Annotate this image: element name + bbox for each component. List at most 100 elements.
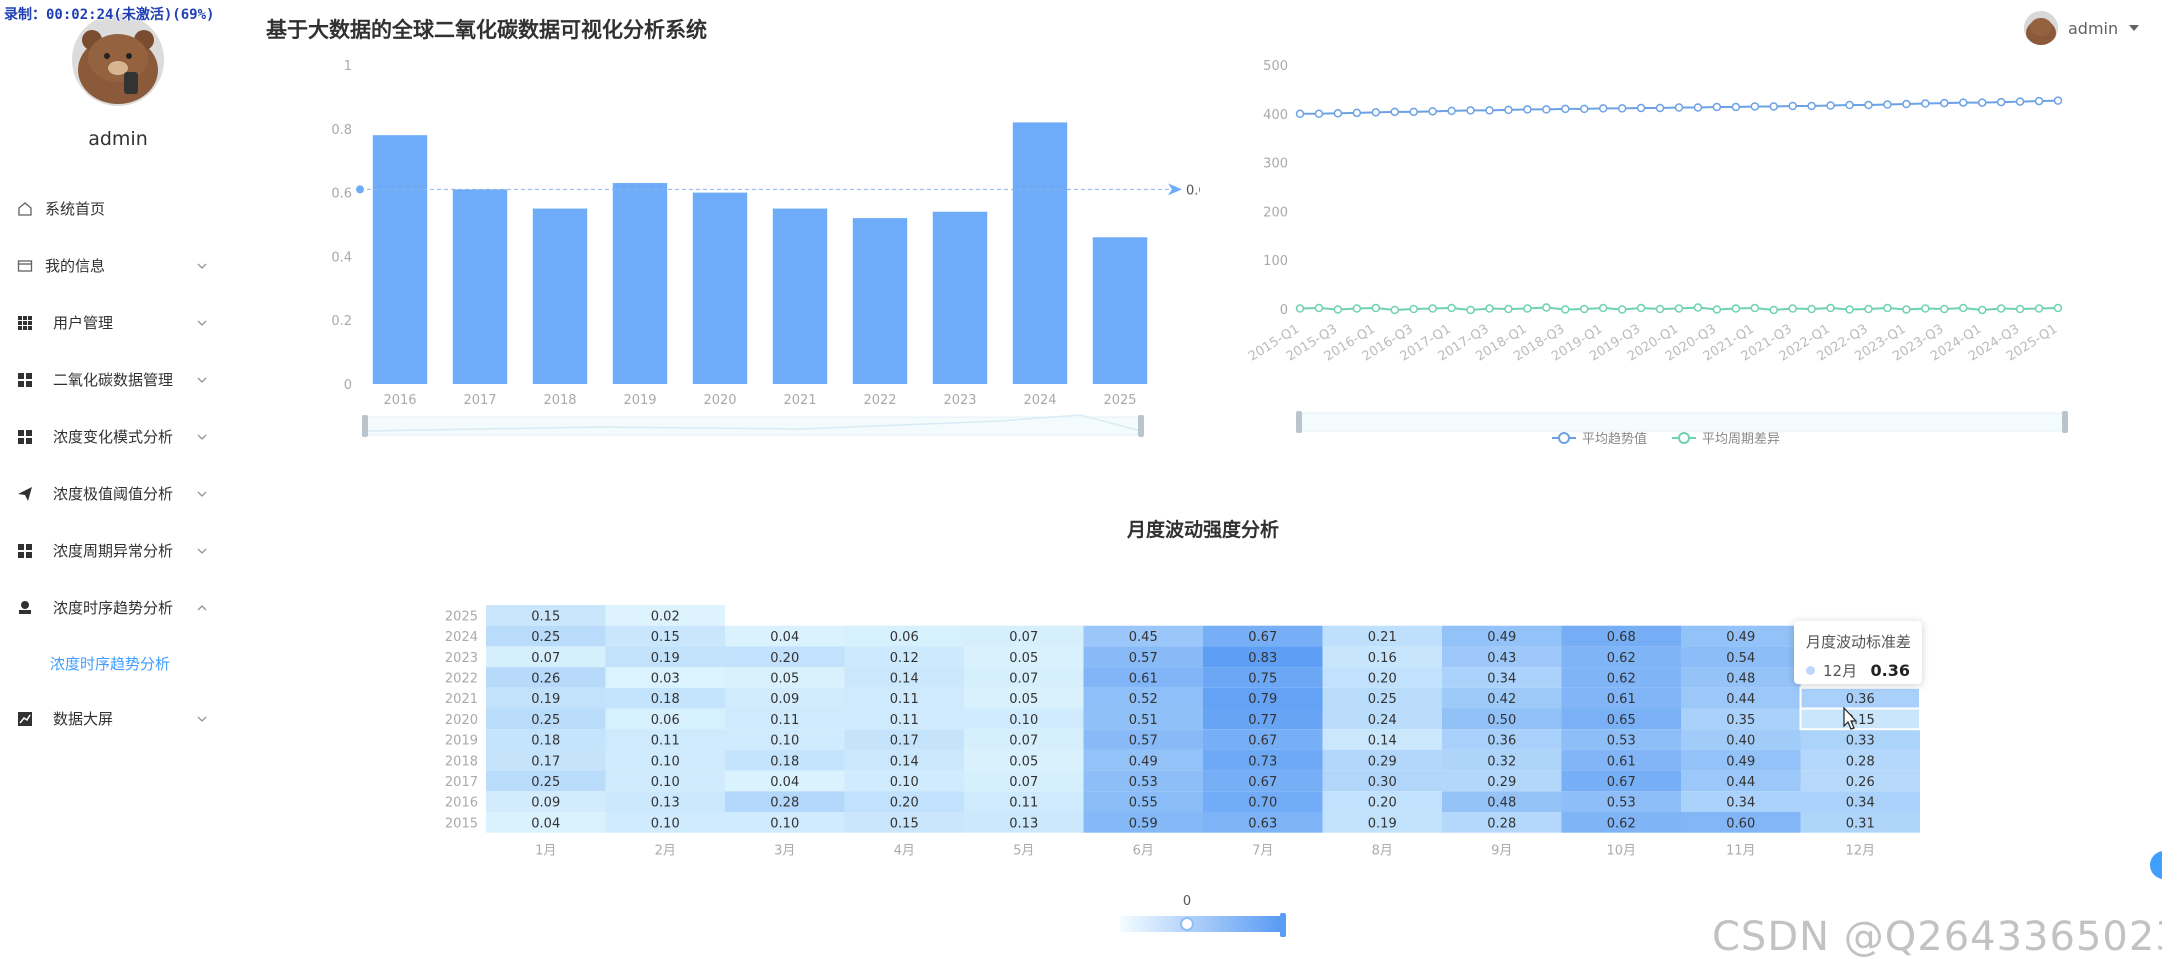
heat-cell-label: 0.75	[1248, 671, 1277, 686]
send-icon	[16, 485, 34, 503]
heat-cell-label: 0.11	[651, 734, 680, 749]
heat-cell-label: 0.48	[1726, 671, 1755, 686]
avatar	[72, 14, 164, 106]
series-point	[1333, 305, 1343, 314]
grid-icon	[16, 314, 34, 332]
y-tick-label: 2018	[445, 754, 478, 769]
series-point	[1523, 105, 1532, 114]
x-tick-label: 2019	[623, 393, 656, 408]
heat-cell-label: 0.10	[651, 816, 680, 831]
heat-cell-label: 0.53	[1129, 775, 1158, 790]
bar	[372, 135, 428, 384]
heat-cell-label: 0.15	[531, 609, 560, 624]
series-point	[1693, 303, 1703, 312]
heat-cell-label: 0.29	[1487, 775, 1516, 790]
heat-cell-label: 0.25	[531, 713, 560, 728]
home-icon	[16, 200, 34, 218]
series-point	[1580, 104, 1589, 114]
series-point	[1807, 101, 1816, 111]
heat-cell-label: 0.02	[651, 609, 680, 624]
series-point	[1561, 305, 1570, 314]
series-point	[1409, 107, 1418, 117]
x-tick-label: 2016	[383, 393, 416, 408]
sidebar-item-user-management[interactable]: 用户管理	[0, 294, 236, 351]
series-point	[1390, 305, 1399, 315]
heat-cell-label: 0.06	[651, 713, 680, 728]
heat-cell-label: 0.28	[770, 796, 799, 811]
line-chart: 01002003004005002015-Q12015-Q32016-Q1201…	[1246, 59, 2068, 447]
sidebar-item-trend-analysis[interactable]: 浓度时序趋势分析	[0, 579, 236, 636]
sidebar-item-label: 浓度变化模式分析	[53, 428, 174, 446]
heat-cell-label: 0.30	[1368, 775, 1397, 790]
series-point	[1693, 103, 1703, 112]
series-point	[2053, 96, 2063, 105]
heat-cell-label: 0.40	[1726, 734, 1755, 749]
user-menu[interactable]: admin	[2024, 11, 2140, 45]
sidebar-item-home[interactable]: 系统首页	[0, 180, 236, 237]
x-tick-label: 7月	[1252, 844, 1273, 859]
series-point	[1333, 109, 1343, 118]
visual-map-bar	[1120, 916, 1280, 932]
sidebar-item-extreme-analysis[interactable]: 浓度极值阈值分析	[0, 465, 236, 522]
heat-cell-label: 0.24	[1368, 713, 1397, 728]
heat-cell-label: 0.11	[890, 713, 919, 728]
y-tick-label: 500	[1263, 59, 1288, 74]
chevron-down-icon	[197, 491, 207, 497]
page-title: 基于大数据的全球二氧化碳数据可视化分析系统	[266, 18, 707, 42]
heat-cell-label: 0.10	[770, 734, 799, 749]
series-point	[1295, 109, 1305, 119]
sidebar-item-co2-data[interactable]: 二氧化碳数据管理	[0, 351, 236, 408]
chevron-down-icon	[197, 716, 207, 722]
heatmap-title: 月度波动强度分析	[1126, 519, 1279, 541]
heat-cell-label: 0.57	[1129, 734, 1158, 749]
heat-cell-label: 0.36	[1846, 692, 1875, 707]
heat-cell-label: 0.45	[1129, 630, 1158, 645]
heat-cell-label: 0.21	[1368, 630, 1397, 645]
heat-cell-label: 0.61	[1607, 754, 1636, 769]
heat-cell-label: 0.18	[651, 692, 680, 707]
user-name: admin	[2068, 18, 2119, 38]
mark-line-label: 0.61	[1186, 183, 1200, 198]
series-point	[1674, 103, 1684, 112]
heat-cell-label: 0.53	[1607, 734, 1636, 749]
series-point	[1712, 305, 1722, 314]
stamp-icon	[16, 599, 34, 617]
heat-cell-label: 0.07	[1009, 775, 1038, 790]
bar-chart: 0 0.2 0.4 0.6 0.8 1 2016 2017 2018 2019 2020 2021 20…	[331, 59, 1200, 437]
heat-cell-label: 0.07	[531, 651, 560, 666]
series-point	[1428, 107, 1437, 116]
series-point	[1977, 98, 1987, 107]
sidebar-item-dashboard[interactable]: 数据大屏	[0, 690, 236, 747]
heat-cell-label: 0.49	[1726, 754, 1755, 769]
tooltip-value: 0.36	[1870, 661, 1910, 680]
sidebar-item-my-info[interactable]: 我的信息	[0, 237, 236, 294]
heat-cell-label: 0.05	[1009, 754, 1038, 769]
heat-cell-label: 0.11	[890, 692, 919, 707]
legend-label: 平均周期差异	[1702, 432, 1780, 447]
floating-action-button[interactable]	[2150, 851, 2162, 879]
line-chart-icon	[16, 710, 34, 728]
heat-cell-label: 0.59	[1129, 816, 1158, 831]
heat-cell-label: 0.62	[1607, 816, 1636, 831]
bar	[852, 218, 908, 384]
card-icon	[16, 257, 34, 275]
x-tick-label: 2018	[543, 393, 576, 408]
heat-cell-label: 0.10	[890, 775, 919, 790]
series-point	[1769, 102, 1778, 111]
heat-cell-label: 0.20	[1368, 671, 1397, 686]
sidebar-item-pattern-analysis[interactable]: 浓度变化模式分析	[0, 408, 236, 465]
mark-line-arrow	[1168, 183, 1182, 196]
series-point	[1712, 102, 1722, 112]
x-tick-label: 2025	[1103, 393, 1136, 408]
legend-marker	[1678, 432, 1690, 444]
series-point	[1996, 304, 2006, 313]
heat-cell-label: 0.77	[1248, 713, 1277, 728]
sidebar-subitem-trend-analysis[interactable]: 浓度时序趋势分析	[0, 636, 236, 690]
heat-cell-label: 0.67	[1248, 630, 1277, 645]
heat-cell-label: 0.10	[651, 775, 680, 790]
heat-cell-label: 0.54	[1726, 651, 1755, 666]
legend-marker	[1558, 432, 1570, 444]
caret-down-icon	[2129, 25, 2140, 31]
series-point	[1598, 303, 1608, 313]
heat-cell-label: 0.13	[651, 796, 680, 811]
